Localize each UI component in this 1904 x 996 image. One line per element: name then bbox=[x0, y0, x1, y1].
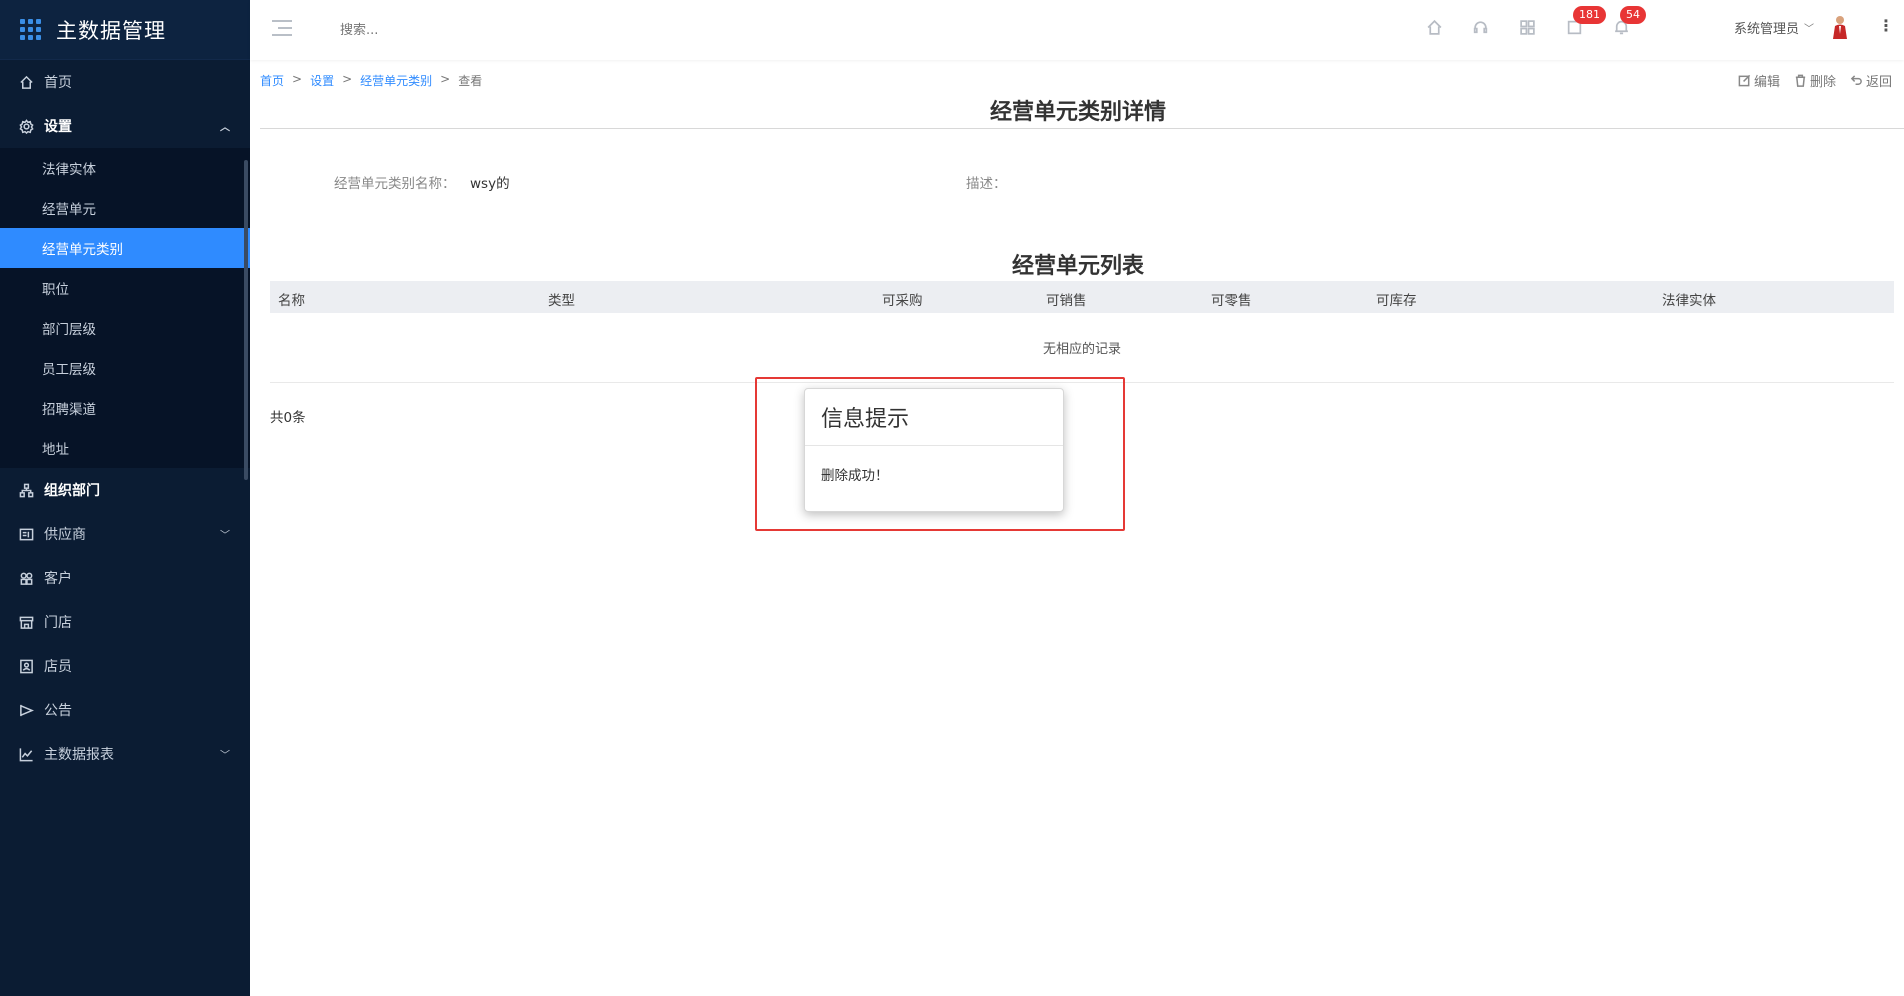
trash-icon bbox=[1795, 74, 1806, 87]
nav-item-supplier[interactable]: 供应商 ﹀ bbox=[0, 512, 250, 556]
nav-item-home[interactable]: 首页 bbox=[0, 60, 250, 104]
clerk-icon bbox=[18, 658, 34, 674]
description-label: 描述： bbox=[966, 176, 1007, 192]
nav-item-settings[interactable]: 设置 ︿ bbox=[0, 104, 250, 148]
nav-item-label: 门店 bbox=[44, 615, 72, 631]
user-name: 系统管理员 bbox=[1734, 22, 1800, 37]
message-dialog: 信息提示 删除成功！ bbox=[804, 388, 1064, 512]
sidebar-item-legal-entity[interactable]: 法律实体 bbox=[0, 148, 250, 188]
column-header-sellable[interactable]: 可销售 bbox=[1046, 289, 1087, 309]
page-actions: 编辑 删除 返回 bbox=[1738, 71, 1892, 90]
sidebar-item-business-unit[interactable]: 经营单元 bbox=[0, 188, 250, 228]
breadcrumb-separator: > bbox=[292, 72, 303, 86]
nav-item-clerk[interactable]: 店员 bbox=[0, 644, 250, 688]
message-count-badge: 181 bbox=[1573, 6, 1606, 24]
gear-icon bbox=[18, 118, 34, 134]
delete-button[interactable]: 删除 bbox=[1794, 71, 1836, 90]
total-count: 共0条 bbox=[270, 410, 306, 426]
home-icon bbox=[18, 74, 34, 90]
edit-label: 编辑 bbox=[1753, 75, 1780, 90]
page-title: 经营单元类别详情 bbox=[989, 100, 1166, 125]
chevron-up-icon: ︿ bbox=[220, 122, 230, 134]
avatar[interactable] bbox=[1830, 14, 1850, 40]
top-header: 181 54 系统管理员 ﹀ ⋮ bbox=[250, 0, 1904, 60]
back-arrow-icon bbox=[1850, 75, 1862, 85]
column-header-name[interactable]: 名称 bbox=[278, 289, 305, 309]
nav-item-label: 组织部门 bbox=[44, 483, 100, 499]
chevron-down-icon: ﹀ bbox=[1804, 24, 1815, 35]
chevron-down-icon: ﹀ bbox=[220, 750, 230, 762]
breadcrumb-separator: > bbox=[342, 72, 353, 86]
business-unit-table: 名称 类型 可采购 可销售 可零售 可库存 法律实体 无相应的记录 bbox=[270, 281, 1894, 383]
sidebar-item-position[interactable]: 职位 bbox=[0, 268, 250, 308]
sidebar-scrollbar[interactable] bbox=[244, 160, 248, 480]
more-vertical-icon[interactable]: ⋮ bbox=[1878, 16, 1894, 35]
announcement-icon bbox=[18, 702, 34, 718]
brand: 主数据管理 bbox=[0, 0, 250, 60]
breadcrumb: 首页 > 设置 > 经营单元类别 > 查看 bbox=[260, 72, 482, 89]
app-title: 主数据管理 bbox=[56, 18, 166, 43]
divider bbox=[260, 128, 1904, 129]
column-header-stockable[interactable]: 可库存 bbox=[1376, 289, 1417, 309]
nav-item-label: 设置 bbox=[44, 119, 72, 135]
nav-item-label: 供应商 bbox=[44, 527, 86, 543]
delete-label: 删除 bbox=[1809, 75, 1836, 90]
dialog-message: 删除成功！ bbox=[821, 468, 889, 484]
breadcrumb-home[interactable]: 首页 bbox=[260, 72, 284, 89]
nav-item-customer[interactable]: 客户 bbox=[0, 556, 250, 600]
back-button[interactable]: 返回 bbox=[1850, 71, 1892, 90]
nav-menu: 首页 设置 ︿ 法律实体 经营单元 经营单元类别 职位 部门层级 员工层级 招聘… bbox=[0, 60, 250, 776]
breadcrumb-current: 查看 bbox=[458, 74, 483, 88]
sidebar-item-department-level[interactable]: 部门层级 bbox=[0, 308, 250, 348]
column-header-retailable[interactable]: 可零售 bbox=[1211, 289, 1252, 309]
category-name-label: 经营单元类别名称： bbox=[334, 176, 456, 192]
home-icon[interactable] bbox=[1423, 16, 1445, 38]
apps-grid-icon[interactable] bbox=[20, 18, 42, 41]
nav-item-master-data-report[interactable]: 主数据报表 ﹀ bbox=[0, 732, 250, 776]
nav-item-org-department[interactable]: 组织部门 bbox=[0, 468, 250, 512]
search-input[interactable] bbox=[340, 14, 580, 46]
category-name-value: wsy的 bbox=[470, 176, 510, 192]
notification-count-badge: 54 bbox=[1620, 6, 1646, 24]
breadcrumb-category[interactable]: 经营单元类别 bbox=[360, 72, 432, 89]
sidebar-item-recruitment-channel[interactable]: 招聘渠道 bbox=[0, 388, 250, 428]
table-header: 名称 类型 可采购 可销售 可零售 可库存 法律实体 bbox=[270, 281, 1894, 313]
message-icon[interactable]: 181 bbox=[1563, 6, 1606, 38]
nav-item-label: 主数据报表 bbox=[44, 747, 114, 763]
dialog-title: 信息提示 bbox=[805, 389, 1063, 446]
org-chart-icon bbox=[18, 482, 34, 498]
sidebar-item-business-unit-category[interactable]: 经营单元类别 bbox=[0, 228, 250, 268]
sidebar-item-address[interactable]: 地址 bbox=[0, 428, 250, 468]
back-label: 返回 bbox=[1865, 75, 1892, 90]
edit-button[interactable]: 编辑 bbox=[1738, 71, 1780, 90]
empty-state-row: 无相应的记录 bbox=[270, 313, 1894, 383]
settings-submenu: 法律实体 经营单元 经营单元类别 职位 部门层级 员工层级 招聘渠道 地址 bbox=[0, 148, 250, 468]
menu-toggle-icon[interactable] bbox=[272, 20, 292, 36]
list-title: 经营单元列表 bbox=[1011, 254, 1144, 279]
user-menu[interactable]: 系统管理员 ﹀ bbox=[1734, 18, 1814, 37]
nav-item-label: 店员 bbox=[44, 659, 72, 675]
sidebar: 主数据管理 首页 设置 ︿ 法律实体 经营单元 经营单元类别 职位 部门层级 员… bbox=[0, 0, 250, 996]
breadcrumb-settings[interactable]: 设置 bbox=[310, 72, 334, 89]
chevron-down-icon: ﹀ bbox=[220, 530, 230, 542]
nav-item-label: 客户 bbox=[44, 571, 72, 587]
nav-item-label: 首页 bbox=[44, 75, 72, 91]
edit-icon bbox=[1738, 74, 1751, 87]
column-header-purchasable[interactable]: 可采购 bbox=[882, 289, 923, 309]
column-header-type[interactable]: 类型 bbox=[548, 289, 575, 309]
bell-icon[interactable]: 54 bbox=[1610, 6, 1646, 38]
headset-icon[interactable] bbox=[1469, 16, 1491, 38]
column-header-legal-entity[interactable]: 法律实体 bbox=[1662, 289, 1716, 309]
breadcrumb-separator: > bbox=[440, 72, 451, 86]
line-chart-icon bbox=[18, 746, 34, 762]
nav-item-label: 公告 bbox=[44, 703, 72, 719]
nav-item-store[interactable]: 门店 bbox=[0, 600, 250, 644]
store-icon bbox=[18, 614, 34, 630]
sidebar-item-employee-level[interactable]: 员工层级 bbox=[0, 348, 250, 388]
supplier-icon bbox=[18, 526, 34, 542]
nav-item-announcement[interactable]: 公告 bbox=[0, 688, 250, 732]
customer-icon bbox=[18, 570, 34, 586]
apps-icon[interactable] bbox=[1516, 16, 1538, 38]
